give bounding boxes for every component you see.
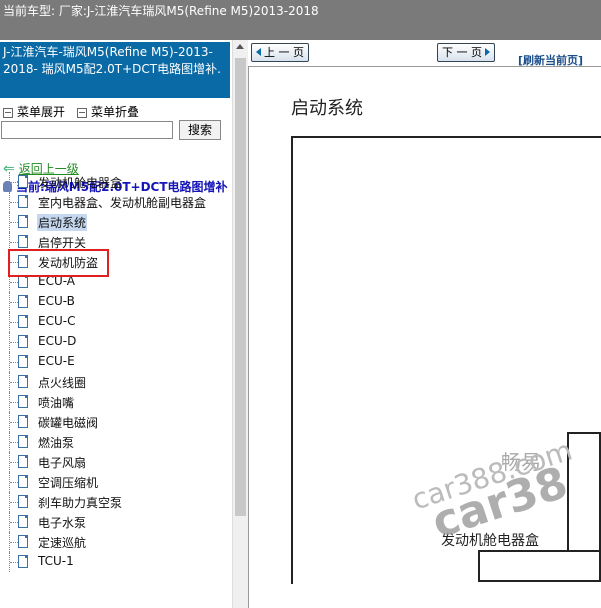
tree-item-label: 刹车助力真空泵 [38, 496, 123, 510]
tree-item[interactable]: 电子水泵 [0, 512, 232, 532]
page-title: 启动系统 [291, 98, 363, 119]
tree-item[interactable]: 定速巡航 [0, 532, 232, 552]
document-icon [18, 175, 28, 188]
tree-branch-line [10, 482, 18, 483]
sidebar-scrollbar[interactable] [232, 40, 248, 608]
search-button[interactable]: 搜索 [179, 120, 221, 140]
tree-item-label: 电子水泵 [38, 516, 87, 530]
document-icon [18, 295, 28, 308]
document-icon [18, 215, 28, 228]
tree-item-label: ECU-D [38, 334, 77, 348]
prev-page-button[interactable]: 上 一 页 [251, 43, 309, 62]
tree-item[interactable]: ECU-E [0, 352, 232, 372]
vehicle-title: J-江淮汽车-瑞风M5(Refine M5)-2013-2018- 瑞风M5配2… [0, 42, 230, 98]
tree-branch-line [10, 342, 18, 343]
tree-item-label: ECU-B [38, 294, 75, 308]
next-page-button[interactable]: 下 一 页 [437, 43, 495, 62]
tree-branch-line [10, 242, 18, 243]
tree-item[interactable]: ECU-D [0, 332, 232, 352]
tree-branch-line [10, 522, 18, 523]
tree-branch-line [10, 322, 18, 323]
tree-branch-line [10, 282, 18, 283]
document-icon [18, 495, 28, 508]
tree-item[interactable]: 点火线圈 [0, 372, 232, 392]
collapse-icon[interactable] [77, 107, 88, 118]
tree-item-label: ECU-E [38, 354, 75, 368]
tree-item[interactable]: 启动系统 [0, 212, 232, 232]
tree-item-label: TCU-1 [38, 554, 74, 568]
document-icon [18, 195, 28, 208]
menu-expand-link[interactable]: 菜单展开 [17, 105, 65, 119]
vehicle-info-text: 当前车型: 厂家:J-江淮汽车瑞风M5(Refine M5)2013-2018 [3, 4, 319, 18]
document-icon [18, 335, 28, 348]
tree-branch-line [10, 362, 18, 363]
tree-item[interactable]: 碳罐电磁阀 [0, 412, 232, 432]
tree-item-label: 喷油嘴 [38, 396, 75, 410]
tree-item-label: 电子风扇 [38, 456, 87, 470]
tree-item-label: 室内电器盒、发动机舱副电器盒 [38, 196, 207, 210]
tree-item[interactable]: 发动机舱电器盒 [0, 172, 232, 192]
document-icon [18, 455, 28, 468]
tree-item[interactable]: 喷油嘴 [0, 392, 232, 412]
scroll-up-icon[interactable] [236, 44, 244, 49]
tree-item-label: 空调压缩机 [38, 476, 99, 490]
tree-item-label: 发动机舱电器盒 [38, 176, 123, 190]
document-icon [18, 515, 28, 528]
expand-icon[interactable] [3, 107, 13, 118]
tree-branch-line [10, 542, 18, 543]
tree-item[interactable]: 电子风扇 [0, 452, 232, 472]
prev-page-label: 上 一 页 [264, 46, 304, 59]
tree-item[interactable]: TCU-1 [0, 552, 232, 572]
tree-item-label: ECU-C [38, 314, 76, 328]
document-icon [18, 535, 28, 548]
tree-item[interactable]: ECU-C [0, 312, 232, 332]
document-icon [18, 555, 28, 568]
tree-item[interactable]: 空调压缩机 [0, 472, 232, 492]
document-icon [18, 375, 28, 388]
highlight-box [8, 249, 109, 277]
document-icon [18, 235, 28, 248]
tree-branch-line [10, 202, 18, 203]
arrow-right-icon [485, 48, 490, 56]
document-icon [18, 395, 28, 408]
tree-branch-line [10, 182, 18, 183]
document-icon [18, 415, 28, 428]
next-page-label: 下 一 页 [442, 46, 482, 59]
document-icon [18, 475, 28, 488]
tree-branch-line [10, 382, 18, 383]
tree-branch-line [10, 302, 18, 303]
scroll-thumb[interactable] [235, 58, 246, 516]
tree-branch-line [10, 222, 18, 223]
tree-item-label: 点火线圈 [38, 376, 87, 390]
tree-branch-line [10, 502, 18, 503]
tree-item-label: 启动系统 [37, 214, 88, 231]
viewer-nav: 上 一 页 下 一 页 [刷新当前页] [248, 40, 601, 67]
tree-branch-line [10, 402, 18, 403]
diagram-fuse-box [478, 550, 601, 582]
viewer-panel: 上 一 页 下 一 页 [刷新当前页] 启动系统 畅易 car388.com 发… [248, 40, 601, 608]
tree-item-label: 碳罐电磁阀 [38, 416, 99, 430]
tree-branch-line [10, 422, 18, 423]
menu-controls: 菜单展开 菜单折叠 [3, 103, 139, 120]
document-icon [18, 435, 28, 448]
tree-branch-line [10, 462, 18, 463]
document-icon [18, 355, 28, 368]
tree-item[interactable]: 室内电器盒、发动机舱副电器盒 [0, 192, 232, 212]
tree-item[interactable]: ECU-B [0, 292, 232, 312]
search-input[interactable] [1, 121, 173, 139]
tree-item-label: 燃油泵 [38, 436, 75, 450]
top-bar: 当前车型: 厂家:J-江淮汽车瑞风M5(Refine M5)2013-2018 [0, 0, 601, 40]
tree-branch-line [10, 562, 18, 563]
tree-item[interactable]: 刹车助力真空泵 [0, 492, 232, 512]
document-icon [18, 315, 28, 328]
tree-item[interactable]: 燃油泵 [0, 432, 232, 452]
tree-item-label: 定速巡航 [38, 536, 87, 550]
tree-branch-line [10, 442, 18, 443]
arrow-left-icon [256, 48, 261, 56]
menu-collapse-link[interactable]: 菜单折叠 [91, 105, 139, 119]
